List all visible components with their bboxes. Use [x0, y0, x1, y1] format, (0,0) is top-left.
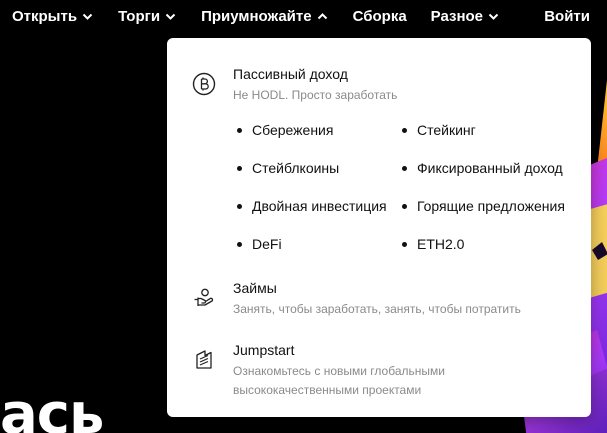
submenu-item-defi[interactable]: DeFi [237, 234, 402, 254]
nav-item-label: Торги [118, 7, 161, 25]
submenu-item-hot-offers[interactable]: Горящие предложения [402, 196, 572, 216]
top-nav: Открыть Торги Приумножайте Сборка Разное… [0, 0, 607, 32]
subtitle-line: высококачественными проектами [233, 383, 422, 397]
nav-item-misc[interactable]: Разное [431, 8, 500, 25]
login-link[interactable]: Войти [544, 0, 590, 32]
chevron-down-icon [487, 10, 500, 23]
nav-item-grow[interactable]: Приумножайте [201, 8, 329, 25]
subtitle-line: Ознакомьтесь с новыми глобальными [233, 364, 445, 378]
nav-item-label: Открыть [12, 7, 78, 25]
submenu-item-savings[interactable]: Сбережения [237, 120, 402, 140]
hero-heading: ась [0, 382, 104, 433]
submenu-item-dual-investment[interactable]: Двойная инвестиция [237, 196, 402, 216]
rocket-lines-icon [191, 347, 217, 373]
submenu-item-eth2[interactable]: ETH2.0 [402, 234, 572, 254]
page: ась Открыть Торги Приумножайте Сборка Ра… [0, 0, 607, 433]
submenu-item-stablecoins[interactable]: Стейблкоины [237, 158, 402, 178]
nav-item-trade[interactable]: Торги [118, 8, 177, 25]
menu-section-title: Пассивный доход [233, 66, 348, 82]
chevron-up-icon [316, 10, 329, 23]
nav-item-label: Приумножайте [201, 7, 312, 25]
grow-dropdown-menu: Пассивный доход Не HODL. Просто заработа… [167, 38, 591, 417]
nav-item-build[interactable]: Сборка [353, 8, 407, 25]
menu-section-jumpstart[interactable]: Jumpstart Ознакомьтесь с новыми глобальн… [191, 340, 445, 400]
menu-section-subtitle: Не HODL. Просто заработать [233, 88, 398, 102]
menu-section-title: Займы [233, 280, 277, 296]
menu-section-title: Jumpstart [233, 342, 295, 358]
nav-item-open[interactable]: Открыть [12, 8, 94, 25]
nav-item-label: Сборка [352, 7, 407, 25]
submenu-item-staking[interactable]: Стейкинг [402, 120, 572, 140]
menu-section-subtitle: Ознакомьтесь с новыми глобальными высоко… [233, 362, 445, 400]
nav-item-label: Разное [430, 7, 484, 25]
chevron-down-icon [81, 10, 94, 23]
menu-section-subtitle: Занять, чтобы заработать, занять, чтобы … [233, 302, 521, 316]
bitcoin-coin-icon [191, 71, 217, 97]
menu-section-passive-income[interactable]: Пассивный доход Не HODL. Просто заработа… [191, 64, 397, 105]
chevron-down-icon [164, 10, 177, 23]
menu-section-loans[interactable]: Займы Занять, чтобы заработать, занять, … [191, 278, 521, 319]
submenu-item-fixed-income[interactable]: Фиксированный доход [402, 158, 572, 178]
passive-income-submenu: Сбережения Стейкинг Стейблкоины Фиксиров… [237, 120, 572, 254]
hand-coin-icon [191, 285, 217, 311]
